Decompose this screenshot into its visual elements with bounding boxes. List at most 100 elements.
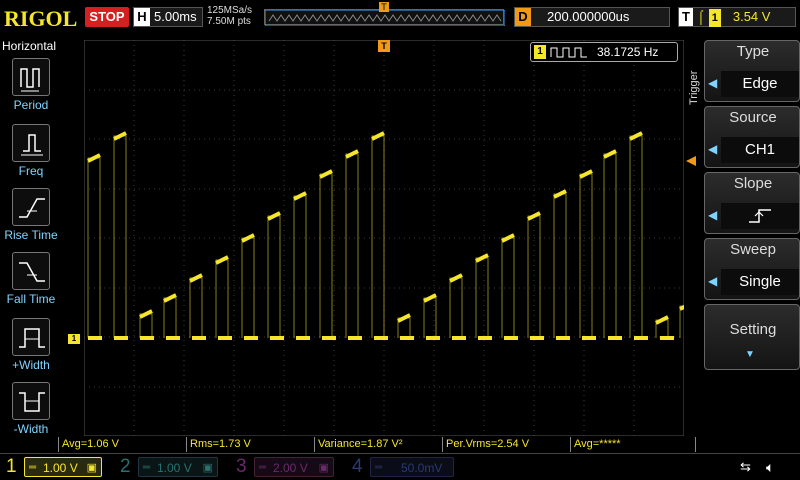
measure-period-button[interactable]: Period [0,58,62,120]
left-arrow-icon: ◀ [708,76,718,90]
sample-rate: 125MSa/s [207,5,253,16]
trigger-slope-button[interactable]: Slope ◀ [704,172,800,234]
ch1-pulse-top [397,313,411,323]
measure-rise-time-button[interactable]: Rise Time [0,188,62,250]
ch1-pulse-top [475,253,489,263]
timebase-box[interactable]: H 5.00ms [133,7,203,27]
trigger-status-box[interactable]: T ⌠ 1 3.54 V [678,7,796,27]
trigger-type-title: Type [736,43,770,60]
square-wave-icon [550,47,587,58]
delay-label: D [515,8,531,26]
measurement-variance[interactable]: Variance=1.87 V² [314,437,442,452]
ch1-pulse-top [319,169,333,179]
speaker-muted-icon[interactable]: 🔈︎ [766,459,774,476]
measurement-bar: Avg=1.06 V Rms=1.73 V Variance=1.87 V² P… [58,437,698,452]
trigger-channel: 1 [708,9,721,27]
bandwidth-icon: ▣ [86,462,97,474]
measure-frequency-button[interactable]: Freq [0,124,62,186]
trigger-sweep-value: Single [721,269,799,295]
run-stop-indicator[interactable]: STOP [85,7,129,27]
acquisition-info: 125MSa/s 7.50M pts [207,5,252,27]
horizontal-measure-menu: Horizontal Period Freq Rise Time Fall Ti… [0,38,62,448]
dc-coupling-icon: ═ [375,462,383,473]
ch1-trace-edges [87,135,684,338]
delay-value: 200.000000us [547,9,630,24]
trigger-source-title: Source [729,109,777,126]
trigger-sweep-title: Sweep [730,241,776,258]
waveform-display[interactable]: 1 38.1725 Hz T 1 [68,40,696,436]
ch3-scale-box[interactable]: ═ 2.00 V ▣ [254,457,334,477]
measure-negative-width-button[interactable]: -Width [0,382,62,444]
ch1-scale: 1.00 V [43,461,78,475]
ch1-pulse-top [87,153,101,163]
trigger-slope-title: Slope [733,175,773,192]
rigol-logo: RIGOL [4,6,78,31]
ch1-number[interactable]: 1 [6,455,17,479]
ch3-number[interactable]: 3 [236,455,247,479]
measure-positive-width-button[interactable]: +Width [0,318,62,380]
ch2-scale-box[interactable]: ═ 1.00 V ▣ [138,457,218,477]
timebase-label: H [134,8,150,26]
measurement-period-vrms[interactable]: Per.Vrms=2.54 V [442,437,570,452]
ch1-pulse-top [449,273,463,283]
ch4-number[interactable]: 4 [352,455,363,479]
freq-value: 38.1725 Hz [597,45,659,59]
ch1-pulse-top [629,131,643,141]
ch1-pulse-top [501,233,515,243]
rising-slope-icon [749,209,771,223]
ch1-pulse-top [603,149,617,159]
trigger-setting-button[interactable]: Setting ▼ [704,304,800,370]
frequency-readout: 1 38.1725 Hz [530,42,678,62]
frequency-label: Freq [18,164,44,178]
fall-time-label: Fall Time [6,292,56,306]
ch1-pulse-top [241,233,255,243]
memory-depth: 7.50M pts [207,16,251,27]
negative-width-icon [12,382,50,420]
negative-width-label: -Width [13,422,49,436]
delay-box[interactable]: D 200.000000us [514,7,670,27]
ch1-ground-marker[interactable]: 1 [68,334,80,344]
period-label: Period [13,98,49,112]
trigger-slope-value [721,203,799,229]
positive-width-icon [12,318,50,356]
ch1-pulse-top [655,315,669,325]
ch4-scale: 50.0mV [401,461,443,475]
left-arrow-icon: ◀ [708,208,718,222]
rising-edge-icon: ⌠ [697,9,705,24]
ch1-pulse-top [527,211,541,221]
left-arrow-icon: ◀ [708,142,718,156]
period-icon [12,58,50,96]
trigger-menu: Type ◀ Edge Source ◀ CH1 Slope ◀ Sweep ◀… [704,40,800,450]
measurement-avg[interactable]: Avg=1.06 V [58,437,186,452]
measurement-avg-2[interactable]: Avg=***** [570,437,696,452]
down-arrow-icon: ▼ [745,349,755,360]
trigger-level-marker[interactable] [686,156,696,166]
timebase-value: 5.00ms [154,9,197,24]
trigger-setting-title: Setting [729,321,777,338]
ch1-pulse-top [139,309,153,319]
freq-channel-badge: 1 [534,45,546,59]
ch2-scale: 1.00 V [157,461,192,475]
fall-time-icon [12,252,50,290]
measurement-rms[interactable]: Rms=1.73 V [186,437,314,452]
ch1-pulse-top [293,191,307,201]
channel-status-bar: 1 ═ 1.00 V ▣ 2 ═ 1.00 V ▣ 3 ═ 2.00 V ▣ 4… [0,453,800,480]
ch2-number[interactable]: 2 [120,455,131,479]
trigger-label: T [679,8,693,26]
dc-coupling-icon: ═ [143,462,151,473]
ch3-scale: 2.00 V [273,461,308,475]
trigger-type-button[interactable]: Type ◀ Edge [704,40,800,102]
menu-title: Horizontal [2,39,57,53]
ch1-pulse-top [189,273,203,283]
ch1-pulse-top [345,149,359,159]
ch4-scale-box[interactable]: ═ 50.0mV [370,457,454,477]
ch1-pulse-top [113,131,127,141]
trigger-position-marker: T [378,40,390,52]
ch1-scale-box[interactable]: ═ 1.00 V ▣ [24,457,102,477]
trigger-source-button[interactable]: Source ◀ CH1 [704,106,800,168]
ch1-pulse-top [579,169,593,179]
trigger-sweep-button[interactable]: Sweep ◀ Single [704,238,800,300]
measure-fall-time-button[interactable]: Fall Time [0,252,62,314]
bandwidth-icon: ▣ [202,462,213,474]
left-arrow-icon: ◀ [708,274,718,288]
